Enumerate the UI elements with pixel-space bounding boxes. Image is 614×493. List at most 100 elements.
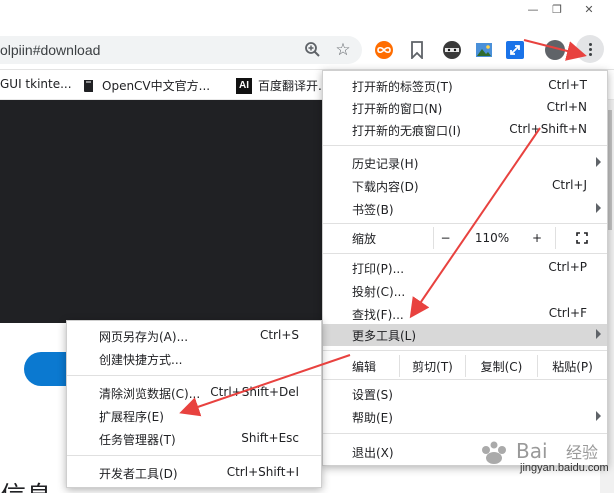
menu-shortcut: Ctrl+Shift+N xyxy=(509,122,587,136)
bookmark-label: GUI tkinte... xyxy=(0,77,72,91)
menu-label: 任务管理器(T) xyxy=(99,433,176,447)
menu-separator xyxy=(323,223,607,224)
submenu-arrow-icon xyxy=(596,157,601,167)
minimize-icon: — xyxy=(527,2,539,16)
menu-dot xyxy=(588,42,592,46)
bookmark-label: OpenCV中文官方... xyxy=(102,79,211,93)
zoom-in-button[interactable]: + xyxy=(527,227,547,249)
chrome-main-menu: 打开新的标签页(T) Ctrl+T 打开新的窗口(N) Ctrl+N 打开新的无痕窗… xyxy=(322,70,608,466)
menu-label: 帮助(E) xyxy=(352,411,393,425)
menu-find[interactable]: 查找(F)... Ctrl+F xyxy=(323,303,607,325)
submenu-dev-tools[interactable]: 开发者工具(D) Ctrl+Shift+I xyxy=(67,462,321,484)
bookmark-item[interactable]: OpenCV中文官方... xyxy=(82,77,210,94)
menu-shortcut: Ctrl+F xyxy=(548,306,587,320)
address-url[interactable]: olpiin#download xyxy=(0,42,100,58)
copy-button[interactable]: 复制(C) xyxy=(465,355,537,377)
title-bar: — ❐ ✕ xyxy=(0,0,614,30)
menu-label: 编辑 xyxy=(352,360,377,374)
bookmark-item[interactable]: AI 百度翻译开... xyxy=(236,77,329,94)
submenu-clear-data[interactable]: 清除浏览数据(C)... Ctrl+Shift+Del xyxy=(67,382,321,404)
submenu-arrow-icon xyxy=(596,203,601,213)
bookmark-star-icon[interactable]: ☆ xyxy=(333,40,353,60)
menu-dot xyxy=(588,52,592,56)
ai-logo-icon: AI xyxy=(236,77,252,94)
menu-shortcut: Ctrl+J xyxy=(552,178,587,192)
menu-shortcut: Ctrl+S xyxy=(259,328,299,342)
submenu-save-page[interactable]: 网页另存为(A)... Ctrl+S xyxy=(67,325,321,347)
menu-zoom-row: 缩放 − 110% + xyxy=(323,227,607,249)
chrome-menu-button[interactable] xyxy=(576,35,604,63)
paste-button[interactable]: 粘贴(P) xyxy=(537,355,607,377)
book-icon xyxy=(84,79,93,92)
extension-infinity-icon[interactable] xyxy=(374,40,394,60)
menu-shortcut: Ctrl+N xyxy=(546,100,587,114)
menu-new-incognito[interactable]: 打开新的无痕窗口(I) Ctrl+Shift+N xyxy=(323,119,607,141)
menu-separator xyxy=(67,455,321,456)
menu-separator xyxy=(323,350,607,351)
menu-label: 网页另存为(A)... xyxy=(99,330,189,344)
menu-shortcut: Ctrl+Shift+I xyxy=(226,465,299,479)
submenu-arrow-icon xyxy=(596,329,601,339)
menu-label: 设置(S) xyxy=(352,388,393,402)
more-tools-submenu: 网页另存为(A)... Ctrl+S 创建快捷方式... 清除浏览数据(C)...… xyxy=(66,320,322,488)
menu-label: 查找(F)... xyxy=(352,308,404,322)
menu-more-tools[interactable]: 更多工具(L) xyxy=(323,324,607,346)
menu-label: 退出(X) xyxy=(352,446,394,460)
menu-label: 清除浏览数据(C)... xyxy=(99,387,201,401)
submenu-extensions[interactable]: 扩展程序(E) xyxy=(67,405,321,427)
menu-bookmarks[interactable]: 书签(B) xyxy=(323,198,607,220)
zoom-level: 110% xyxy=(474,231,510,245)
menu-settings[interactable]: 设置(S) xyxy=(323,383,607,405)
extension-expand-icon[interactable] xyxy=(505,40,525,60)
zoom-out-button[interactable]: − xyxy=(433,227,457,249)
close-window-button[interactable]: ✕ xyxy=(566,0,612,18)
menu-label: 开发者工具(D) xyxy=(99,467,178,481)
close-icon: ✕ xyxy=(584,2,594,16)
menu-label: 创建快捷方式... xyxy=(99,353,183,367)
menu-downloads[interactable]: 下载内容(D) Ctrl+J xyxy=(323,175,607,197)
menu-new-window[interactable]: 打开新的窗口(N) Ctrl+N xyxy=(323,97,607,119)
menu-label: 下载内容(D) xyxy=(352,180,419,194)
menu-print[interactable]: 打印(P)... Ctrl+P xyxy=(323,257,607,279)
menu-label: 缩放 xyxy=(352,232,377,246)
address-bar[interactable]: olpiin#download ☆ xyxy=(0,36,362,64)
menu-shortcut: Ctrl+Shift+Del xyxy=(210,385,299,399)
maximize-icon: ❐ xyxy=(552,2,562,16)
bookmark-item[interactable]: GUI tkinte... xyxy=(0,77,72,91)
extension-bookmark-icon[interactable] xyxy=(407,40,427,60)
menu-edit-row: 编辑 剪切(T) 复制(C) 粘贴(P) xyxy=(323,355,607,377)
menu-label: 打开新的无痕窗口(I) xyxy=(352,124,461,138)
watermark-site: jingyan.baidu.com xyxy=(520,462,609,474)
fullscreen-button[interactable] xyxy=(555,227,607,249)
baidu-jingyan-watermark: Bai 经验 jingyan.baidu.com xyxy=(472,436,612,488)
menu-new-tab[interactable]: 打开新的标签页(T) Ctrl+T xyxy=(323,75,607,97)
menu-shortcut: Ctrl+P xyxy=(548,260,587,274)
extension-image-icon[interactable] xyxy=(474,40,494,60)
cut-button[interactable]: 剪切(T) xyxy=(399,355,465,377)
menu-shortcut: Ctrl+T xyxy=(548,78,587,92)
zoom-icon[interactable] xyxy=(304,41,322,59)
menu-separator xyxy=(323,433,607,434)
svg-text:Bai: Bai xyxy=(516,439,548,463)
menu-label: 更多工具(L) xyxy=(352,329,417,343)
menu-label: 投射(C)... xyxy=(352,285,406,299)
menu-label: 打开新的标签页(T) xyxy=(352,80,453,94)
submenu-create-shortcut[interactable]: 创建快捷方式... xyxy=(67,348,321,370)
extension-ninja-icon[interactable] xyxy=(442,40,462,60)
submenu-task-manager[interactable]: 任务管理器(T) Shift+Esc xyxy=(67,428,321,450)
menu-cast[interactable]: 投射(C)... xyxy=(323,280,607,302)
menu-shortcut: Shift+Esc xyxy=(241,431,299,445)
bookmark-label: 百度翻译开... xyxy=(258,79,330,93)
menu-label: 扩展程序(E) xyxy=(99,410,164,424)
menu-history[interactable]: 历史记录(H) xyxy=(323,152,607,174)
svg-text:经验: 经验 xyxy=(566,443,598,462)
menu-label: 打开新的窗口(N) xyxy=(352,102,443,116)
menu-separator xyxy=(323,253,607,254)
menu-label: 打印(P)... xyxy=(352,262,405,276)
menu-separator xyxy=(323,379,607,380)
page-heading: 信息 xyxy=(0,476,52,493)
menu-label: 书签(B) xyxy=(352,203,394,217)
menu-help[interactable]: 帮助(E) xyxy=(323,406,607,428)
fullscreen-icon xyxy=(575,232,588,244)
profile-avatar-icon[interactable] xyxy=(545,40,565,60)
